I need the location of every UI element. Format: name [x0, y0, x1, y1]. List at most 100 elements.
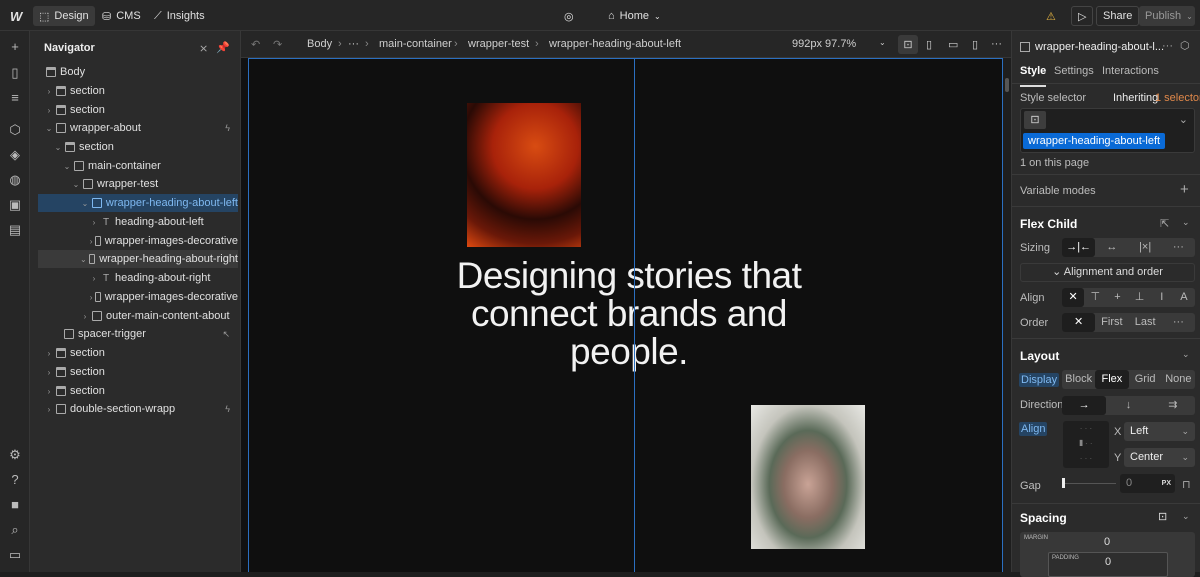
warning-icon[interactable]: ⚠ [1040, 6, 1062, 26]
order-last[interactable]: Last [1129, 313, 1162, 332]
chevron-right-icon[interactable]: › [89, 237, 93, 246]
breadcrumb-more[interactable]: ··· [348, 38, 359, 50]
gap-slider-track[interactable] [1062, 483, 1116, 484]
order-first[interactable]: First [1095, 313, 1128, 332]
chevron-right-icon[interactable]: › [44, 387, 54, 396]
more-icon[interactable]: ··· [1162, 40, 1173, 52]
chevron-right-icon[interactable]: › [89, 218, 99, 227]
arrow-right-icon[interactable]: → [1062, 396, 1107, 415]
display-block[interactable]: Block [1062, 370, 1095, 389]
chevron-down-icon[interactable]: ⌄ [879, 38, 886, 47]
components-icon[interactable]: ⬡ [8, 123, 22, 137]
grow-icon[interactable]: ↔ [1095, 238, 1128, 257]
nav-item-wrapper-heading-about-left[interactable]: ⌄ wrapper-heading-about-left [38, 194, 238, 212]
spacing-mode-icon[interactable]: ⊡ [1158, 510, 1167, 523]
margin-box[interactable]: MARGIN 0 PADDING 0 [1020, 532, 1195, 577]
component-icon[interactable]: ⬡ [1180, 39, 1190, 52]
collapse-icon[interactable]: ⨯ [199, 42, 208, 55]
sizing-control[interactable]: →|← ↔ |×| ··· [1062, 238, 1195, 257]
styles-icon[interactable]: ◈ [8, 148, 22, 162]
stop-icon[interactable]: ■ [8, 498, 22, 512]
chevron-right-icon[interactable]: › [89, 274, 99, 283]
class-tag[interactable]: wrapper-heading-about-left [1023, 133, 1166, 149]
padding-top-value[interactable]: 0 [1105, 556, 1111, 568]
nav-item-heading-about-left[interactable]: › Theading-about-left [38, 213, 238, 231]
more-icon[interactable]: ··· [1162, 313, 1195, 332]
display-flex[interactable]: Flex [1095, 370, 1129, 389]
x-icon[interactable]: ✕ [1062, 313, 1096, 332]
viewport-size[interactable]: 992px 97.7% [792, 38, 856, 50]
tablet-icon[interactable]: ▯ [926, 38, 932, 51]
globe-icon[interactable]: ◎ [558, 6, 580, 26]
chevron-down-icon[interactable]: ⌄ [1182, 349, 1190, 360]
display-none[interactable]: None [1162, 370, 1195, 389]
shrink-icon[interactable]: →|← [1062, 238, 1096, 257]
chevron-down-icon[interactable]: ⌄ [80, 199, 90, 208]
navigator-icon[interactable]: ≡ [8, 91, 22, 105]
chevron-down-icon[interactable]: ⌄ [62, 162, 72, 171]
pages-icon[interactable]: ▯ [8, 66, 22, 80]
nav-item-double-section-wrapp[interactable]: › double-section-wrapp ϟ [38, 400, 238, 418]
add-icon[interactable]: + [1180, 181, 1189, 198]
video-icon[interactable]: ▭ [8, 548, 22, 562]
nav-item-wrapper-images-decorative[interactable]: › wrapper-images-decorative [38, 232, 238, 250]
decorative-image-goggles[interactable] [751, 405, 865, 549]
gap-input[interactable]: 0 PX [1120, 474, 1175, 493]
tab-interactions[interactable]: Interactions [1102, 65, 1159, 77]
align-stretch-icon[interactable]: I [1151, 288, 1173, 307]
nav-item-wrapper-test[interactable]: ⌄ wrapper-test [38, 175, 238, 193]
align-center-icon[interactable]: + [1106, 288, 1128, 307]
chevron-down-icon[interactable]: ⌄ [1182, 217, 1190, 228]
align-y-select[interactable]: Center ⌄ [1124, 448, 1195, 467]
hero-heading[interactable]: Designing stories that connect brands an… [429, 257, 829, 371]
publish-button[interactable]: Publish ⌄ [1139, 6, 1195, 26]
breadcrumb-body[interactable]: Body [307, 38, 332, 50]
page-selector[interactable]: ⌂ Home ⌄ [602, 6, 667, 26]
arrow-down-icon[interactable]: ↓ [1106, 396, 1150, 415]
insights-tab[interactable]: ⟋ Insights [148, 6, 211, 26]
landscape-icon[interactable]: ▭ [948, 38, 958, 51]
library-icon[interactable]: ▤ [8, 223, 22, 237]
design-tab[interactable]: ⬚ Design [33, 6, 95, 26]
class-selector-input[interactable]: ⊡ ⌄ wrapper-heading-about-left [1020, 108, 1195, 153]
cms-tab[interactable]: ⛁ CMS [96, 6, 147, 26]
add-icon[interactable]: + [8, 40, 22, 54]
nav-item-wrapper-images-decorative[interactable]: › wrapper-images-decorative [38, 288, 238, 306]
order-control[interactable]: ✕ First Last ··· [1062, 313, 1195, 332]
nav-item-section[interactable]: › section [38, 382, 238, 400]
nav-item-outer-main-content-about[interactable]: › outer-main-content-about [38, 307, 238, 325]
breadcrumb-current[interactable]: wrapper-heading-about-left [549, 38, 681, 50]
padding-box[interactable]: PADDING 0 [1048, 552, 1168, 577]
chevron-right-icon[interactable]: › [44, 349, 54, 358]
preview-button[interactable]: ▷ [1071, 6, 1094, 26]
webflow-logo[interactable]: W [4, 6, 28, 26]
assets-icon[interactable]: ▣ [8, 198, 22, 212]
align-baseline-icon[interactable]: A [1173, 288, 1195, 307]
gap-unit[interactable]: PX [1162, 474, 1171, 493]
margin-top-value[interactable]: 0 [1104, 536, 1110, 548]
chevron-right-icon[interactable]: › [44, 106, 54, 115]
variables-icon[interactable]: ◍ [8, 173, 22, 187]
nav-item-section[interactable]: › section [38, 344, 238, 362]
expand-icon[interactable]: ⇱ [1160, 217, 1169, 230]
display-grid[interactable]: Grid [1129, 370, 1162, 389]
pin-icon[interactable]: 📌 [216, 41, 230, 54]
breadcrumb-wrapper-test[interactable]: wrapper-test [468, 38, 529, 50]
chevron-down-icon[interactable]: ⌄ [1182, 511, 1190, 522]
settings-icon[interactable]: ⚙ [8, 448, 22, 462]
tab-settings[interactable]: Settings [1054, 65, 1094, 77]
display-control[interactable]: Block Flex Grid None [1062, 370, 1195, 389]
gap-slider-handle[interactable] [1062, 478, 1065, 488]
wrap-icon[interactable]: ⇉ [1151, 396, 1195, 415]
align-grid-control[interactable]: · · · ⫴ · · · · · [1063, 421, 1109, 468]
nav-item-section[interactable]: ⌄ section [38, 138, 238, 156]
lock-icon[interactable]: ⊓ [1182, 478, 1191, 491]
align-x-select[interactable]: Left ⌄ [1124, 422, 1195, 441]
share-button[interactable]: Share [1096, 6, 1140, 26]
chevron-right-icon[interactable]: › [89, 293, 93, 302]
decorative-image-portrait[interactable] [467, 103, 581, 247]
chevron-down-icon[interactable]: ⌄ [71, 180, 81, 189]
nav-item-spacer-trigger[interactable]: spacer-trigger ↖ [38, 325, 238, 343]
design-canvas[interactable]: Designing stories that connect brands an… [241, 58, 1003, 572]
direction-control[interactable]: → ↓ ⇉ [1062, 396, 1195, 415]
